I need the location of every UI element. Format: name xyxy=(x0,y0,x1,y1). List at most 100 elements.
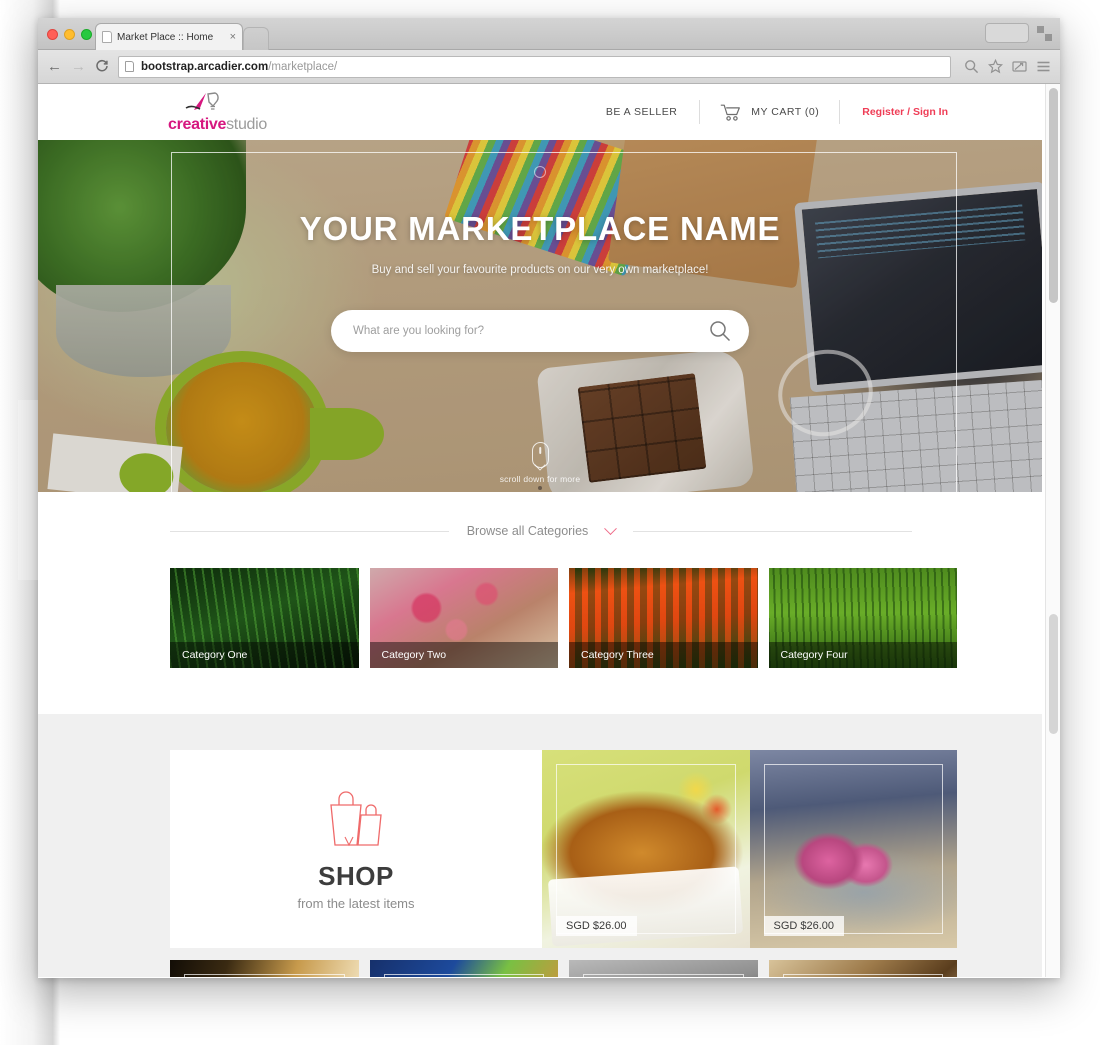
marketplace-page: creativestudio BE A SELLER MY CART (0) R… xyxy=(38,84,1042,977)
categories-section: Browse all Categories Category One Categ… xyxy=(38,492,1042,714)
page-scrollbar-thumb-secondary[interactable] xyxy=(1049,614,1058,734)
browser-tab[interactable]: Market Place :: Home × xyxy=(95,23,243,50)
browse-divider-right xyxy=(633,530,912,532)
search-icon[interactable] xyxy=(964,59,979,74)
new-tab-button[interactable] xyxy=(243,27,269,50)
product-card[interactable] xyxy=(369,960,558,977)
hero-title: YOUR MARKETPLACE NAME xyxy=(299,210,781,247)
category-label-bar: Category One xyxy=(170,642,359,668)
product-card[interactable] xyxy=(569,960,758,977)
product-card[interactable] xyxy=(768,960,957,977)
nav-be-a-seller[interactable]: BE A SELLER xyxy=(584,106,699,118)
hero-subtitle: Buy and sell your favourite products on … xyxy=(371,264,709,276)
category-grid: Category One Category Two Category Three… xyxy=(38,538,1042,668)
hero-banner: YOUR MARKETPLACE NAME Buy and sell your … xyxy=(38,140,1042,492)
grid-gap xyxy=(757,960,769,977)
header-nav: BE A SELLER MY CART (0) Register / Sign … xyxy=(584,100,948,124)
browse-categories-row: Browse all Categories xyxy=(38,521,1042,538)
back-button[interactable]: ← xyxy=(47,59,62,74)
search-input[interactable] xyxy=(353,325,709,337)
extension-icon[interactable] xyxy=(1012,59,1027,74)
category-tile[interactable]: Category Two xyxy=(369,568,558,668)
toolbar-icons xyxy=(960,59,1051,74)
site-logo[interactable]: creativestudio xyxy=(168,91,267,133)
shop-title: SHOP xyxy=(318,861,394,891)
tab-favicon-icon xyxy=(102,31,112,43)
grid-gap xyxy=(358,960,370,977)
category-label: Category One xyxy=(182,649,248,661)
site-header: creativestudio BE A SELLER MY CART (0) R… xyxy=(38,84,1042,140)
scroll-hint-label: scroll down for more xyxy=(499,474,581,484)
reload-icon xyxy=(96,59,108,71)
product-image xyxy=(369,960,558,977)
fullscreen-icon[interactable] xyxy=(1037,25,1052,41)
category-label: Category Three xyxy=(581,649,654,661)
chevron-down-icon[interactable] xyxy=(604,521,618,535)
logo-wordmark: creativestudio xyxy=(168,115,267,133)
category-label: Category Two xyxy=(381,649,447,661)
browser-window: Market Place :: Home × ← → bootstrap.arc… xyxy=(38,18,1060,978)
tab-close-icon[interactable]: × xyxy=(225,31,236,43)
logo-text-primary: creative xyxy=(168,115,227,133)
category-label: Category Four xyxy=(780,649,848,661)
shopping-bags-icon xyxy=(323,787,389,847)
shopping-cart-icon xyxy=(721,104,741,121)
browser-titlebar: Market Place :: Home × xyxy=(38,18,1060,50)
browser-toolbar: ← → bootstrap.arcadier.com/marketplace/ xyxy=(38,50,1060,84)
product-image xyxy=(170,960,359,977)
address-bar[interactable]: bootstrap.arcadier.com/marketplace/ xyxy=(118,55,951,78)
browse-divider-left xyxy=(170,530,449,532)
hero-content: YOUR MARKETPLACE NAME Buy and sell your … xyxy=(38,210,1042,352)
category-label-bar: Category Three xyxy=(569,642,758,668)
nav-register-signin[interactable]: Register / Sign In xyxy=(840,106,948,118)
tab-title: Market Place :: Home xyxy=(117,31,214,43)
hero-carousel-dots[interactable] xyxy=(538,486,542,490)
cart-label: MY CART (0) xyxy=(751,106,820,118)
titlebar-right-controls xyxy=(985,23,1052,43)
hero-circle-decoration xyxy=(534,166,546,178)
product-card[interactable] xyxy=(170,960,359,977)
page-scrollbar[interactable] xyxy=(1045,84,1060,977)
category-tile[interactable]: Category Three xyxy=(569,568,758,668)
carousel-dot[interactable] xyxy=(538,486,542,490)
maximize-window-button[interactable] xyxy=(81,29,92,40)
hero-search-bar[interactable] xyxy=(331,310,749,352)
product-card[interactable]: SGD $26.00 xyxy=(542,750,750,948)
desktop-background: Market Place :: Home × ← → bootstrap.arc… xyxy=(0,0,1100,1045)
product-price: SGD $26.00 xyxy=(763,916,845,936)
window-tab-placeholder[interactable] xyxy=(985,23,1029,43)
url-domain: bootstrap.arcadier.com xyxy=(141,60,269,73)
menu-hamburger-icon[interactable] xyxy=(1036,59,1051,74)
category-tile[interactable]: Category One xyxy=(170,568,359,668)
forward-button[interactable]: → xyxy=(71,59,86,74)
minimize-window-button[interactable] xyxy=(64,29,75,40)
browse-categories-label[interactable]: Browse all Categories xyxy=(467,524,589,538)
featured-products: SGD $26.00 SGD $26.00 xyxy=(542,750,957,948)
bookmark-star-icon[interactable] xyxy=(988,59,1003,74)
creative-studio-logo-icon xyxy=(182,91,238,116)
shop-second-row xyxy=(38,948,1042,977)
logo-text-secondary: studio xyxy=(226,115,267,133)
shop-section: SHOP from the latest items SGD $26.00 SG… xyxy=(38,714,1042,977)
url-path: /marketplace/ xyxy=(268,60,338,73)
grid-gap xyxy=(558,960,569,977)
shop-top-row: SHOP from the latest items SGD $26.00 SG… xyxy=(38,750,1042,948)
close-window-button[interactable] xyxy=(47,29,58,40)
shop-subtitle: from the latest items xyxy=(297,896,415,911)
product-card[interactable]: SGD $26.00 xyxy=(749,750,957,948)
shop-intro-panel: SHOP from the latest items xyxy=(170,750,542,948)
scroll-down-hint[interactable]: scroll down for more xyxy=(38,442,1042,484)
category-label-bar: Category Two xyxy=(369,642,558,668)
product-image xyxy=(569,960,758,977)
reload-button[interactable] xyxy=(95,59,109,75)
search-submit-icon[interactable] xyxy=(709,320,731,342)
page-info-icon xyxy=(125,61,134,72)
category-tile[interactable]: Category Four xyxy=(768,568,957,668)
window-controls[interactable] xyxy=(47,29,92,40)
nav-my-cart[interactable]: MY CART (0) xyxy=(700,104,839,121)
product-image xyxy=(768,960,957,977)
page-viewport: creativestudio BE A SELLER MY CART (0) R… xyxy=(38,84,1060,977)
product-price: SGD $26.00 xyxy=(556,916,637,936)
url-text: bootstrap.arcadier.com/marketplace/ xyxy=(141,61,337,73)
page-scrollbar-thumb[interactable] xyxy=(1049,88,1058,303)
